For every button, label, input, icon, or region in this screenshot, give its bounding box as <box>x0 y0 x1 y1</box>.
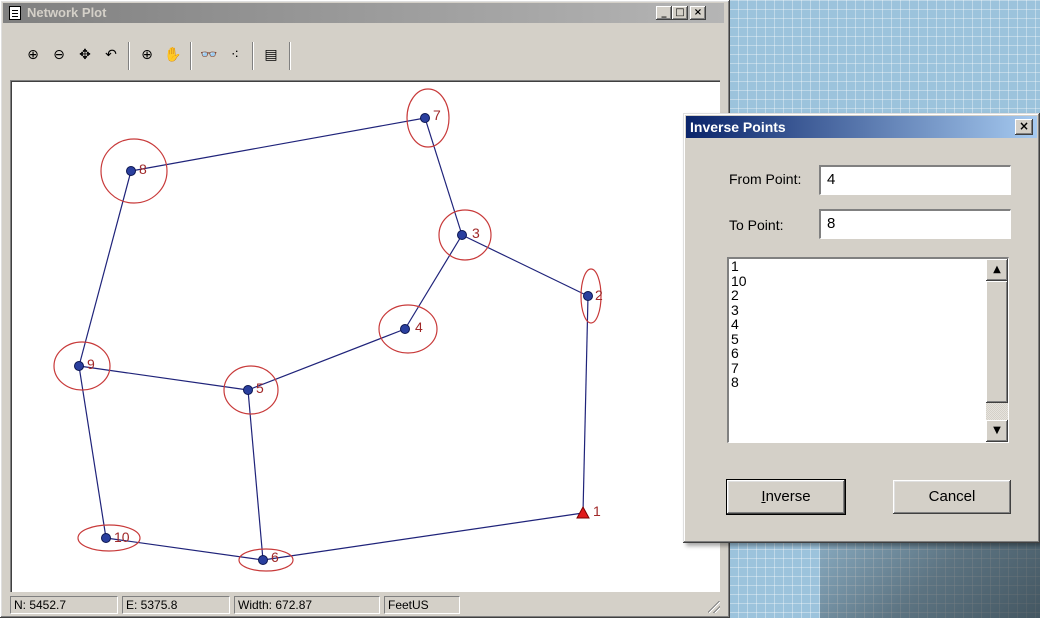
point-label: 2 <box>595 287 603 303</box>
survey-point <box>243 385 253 395</box>
connection-line <box>78 170 132 367</box>
dialog-close-button[interactable]: × <box>1015 119 1033 135</box>
list-item[interactable]: 8 <box>729 375 1008 390</box>
resize-grip[interactable] <box>708 601 720 613</box>
point-label: 10 <box>114 529 130 545</box>
survey-point <box>583 291 593 301</box>
list-scrollbar[interactable]: ▲ ▼ <box>986 259 1008 442</box>
document-icon <box>9 6 21 20</box>
zoom-out-icon[interactable]: ⊖ <box>48 44 70 66</box>
plot-canvas[interactable]: 1 2 3 4 5 6 7 8 9 10 <box>10 80 720 592</box>
toolbar-separator <box>252 42 254 70</box>
points-icon[interactable]: ⁖ <box>224 44 246 66</box>
connection-line <box>404 234 463 330</box>
network-plot-window: Network Plot _ □ × ⊕ ⊖ ✥ ↶ ⊕ ✋ 👓 ⁖ ▤ 1 2 3… <box>0 0 730 618</box>
connection-line <box>78 365 249 391</box>
close-button[interactable]: × <box>690 6 706 20</box>
connection-line <box>247 389 264 561</box>
connection-line <box>461 234 589 297</box>
dialog-title: Inverse Points <box>690 119 786 135</box>
connection-line <box>78 365 107 539</box>
toolbar-separator <box>289 42 291 70</box>
list-item[interactable]: 1 <box>729 259 1008 274</box>
connection-line <box>582 295 589 514</box>
status-east: E: 5375.8 <box>122 596 230 614</box>
minimize-button[interactable]: _ <box>656 6 672 20</box>
inverse-points-dialog: Inverse Points × From Point: 4 To Point:… <box>683 113 1040 543</box>
survey-point <box>258 555 268 565</box>
point-label: 5 <box>256 380 264 396</box>
connection-line <box>262 512 584 561</box>
zoom-in-icon[interactable]: ⊕ <box>22 44 44 66</box>
pan-icon[interactable]: ✥ <box>74 44 96 66</box>
list-item[interactable]: 6 <box>729 346 1008 361</box>
maximize-button[interactable]: □ <box>672 6 688 20</box>
survey-point <box>400 324 410 334</box>
list-item[interactable]: 2 <box>729 288 1008 303</box>
to-point-input[interactable]: 8 <box>819 209 1011 239</box>
point-label: 8 <box>139 161 147 177</box>
scroll-down-icon[interactable]: ▼ <box>986 420 1008 442</box>
center-icon[interactable]: ⊕ <box>136 44 158 66</box>
scroll-up-icon[interactable]: ▲ <box>986 259 1008 281</box>
to-point-label: To Point: <box>729 217 784 233</box>
list-item[interactable]: 7 <box>729 360 1008 376</box>
point-list[interactable]: 1 10 2 3 4 5 6 7 8 ▲ ▼ <box>727 257 1009 443</box>
from-point-label: From Point: <box>729 171 802 187</box>
list-item[interactable]: 10 <box>729 273 1008 289</box>
toolbar-separator <box>190 42 192 70</box>
list-item[interactable]: 5 <box>729 331 1008 347</box>
status-units: FeetUS <box>384 596 460 614</box>
hand-icon[interactable]: ✋ <box>162 44 184 66</box>
toolbar-separator <box>128 42 130 70</box>
connection-line <box>130 117 426 172</box>
survey-point <box>74 361 84 371</box>
undo-zoom-icon[interactable]: ↶ <box>100 44 122 66</box>
point-label: 4 <box>415 319 423 335</box>
notes-icon[interactable]: ▤ <box>260 44 282 66</box>
survey-point <box>126 166 136 176</box>
status-north: N: 5452.7 <box>10 596 118 614</box>
survey-point <box>101 533 111 543</box>
connection-line <box>424 117 463 236</box>
point-label: 6 <box>271 549 279 565</box>
cancel-button[interactable]: Cancel <box>893 480 1011 514</box>
point-label: 3 <box>472 225 480 241</box>
list-item[interactable]: 3 <box>729 302 1008 318</box>
status-bar: N: 5452.7 E: 5375.8 Width: 672.87 FeetUS <box>10 595 722 615</box>
control-point-marker <box>576 505 590 519</box>
plot-toolbar: ⊕ ⊖ ✥ ↶ ⊕ ✋ 👓 ⁖ ▤ <box>10 36 710 76</box>
network-plot-titlebar[interactable]: Network Plot _ □ × <box>3 3 724 23</box>
status-width: Width: 672.87 <box>234 596 380 614</box>
scroll-thumb[interactable] <box>986 281 1008 403</box>
binoculars-icon[interactable]: 👓 <box>198 44 220 66</box>
inverse-button-label-rest: nverse <box>765 488 811 505</box>
point-label: 9 <box>87 356 95 372</box>
window-title: Network Plot <box>27 5 107 20</box>
survey-point <box>420 113 430 123</box>
inverse-button[interactable]: Inverse <box>726 479 846 515</box>
network-plot: 1 2 3 4 5 6 7 8 9 10 <box>53 88 603 572</box>
point-label: 7 <box>433 107 441 123</box>
survey-point <box>457 230 467 240</box>
list-item[interactable]: 4 <box>729 317 1008 332</box>
dialog-titlebar[interactable]: Inverse Points × <box>686 116 1037 138</box>
point-label: 1 <box>593 503 601 519</box>
from-point-input[interactable]: 4 <box>819 165 1011 195</box>
